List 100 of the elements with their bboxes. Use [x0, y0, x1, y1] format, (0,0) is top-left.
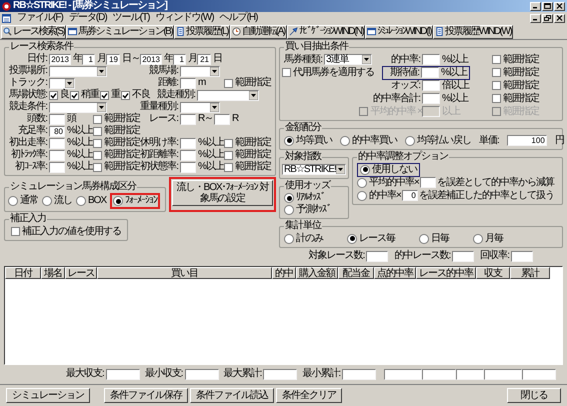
- toolbar-button[interactable]: レース検索(S): [1, 24, 66, 38]
- close-button[interactable]: [554, 14, 565, 22]
- checkbox[interactable]: 範囲指定: [492, 66, 539, 78]
- checkbox[interactable]: 範囲指定: [492, 80, 539, 92]
- checkbox[interactable]: 範囲指定: [224, 137, 271, 149]
- close-button[interactable]: [554, 2, 565, 10]
- checkbox[interactable]: 範囲指定: [224, 149, 271, 161]
- text-field[interactable]: [180, 162, 196, 172]
- column-header[interactable]: レース: [65, 267, 97, 279]
- column-header[interactable]: 配当金: [338, 267, 374, 279]
- text-field[interactable]: [422, 93, 440, 104]
- radio-button[interactable]: 流し: [42, 195, 72, 207]
- text-field[interactable]: [49, 162, 65, 172]
- radio-button[interactable]: 計のみ: [284, 232, 323, 244]
- text-field[interactable]: [263, 368, 298, 380]
- column-header[interactable]: 的中: [272, 267, 296, 279]
- checkbox[interactable]: 範囲指定: [93, 161, 140, 173]
- text-field[interactable]: [484, 368, 522, 380]
- minimize-button[interactable]: [530, 14, 541, 22]
- checkbox[interactable]: 範囲指定: [224, 161, 271, 173]
- text-field[interactable]: [184, 368, 219, 380]
- text-field[interactable]: [421, 67, 439, 78]
- dropdown[interactable]: [49, 78, 75, 88]
- text-field[interactable]: [106, 368, 140, 380]
- text-field[interactable]: [180, 78, 196, 88]
- text-field[interactable]: 21: [197, 54, 211, 64]
- text-field[interactable]: 2013: [140, 54, 162, 64]
- toolbar-button[interactable]: ﾅﾋﾞｹﾞｰｼｮﾝWIND(N): [286, 24, 366, 38]
- text-field[interactable]: [49, 150, 65, 160]
- action-button[interactable]: シミュレーション: [6, 388, 90, 403]
- checkbox[interactable]: 範囲指定: [224, 77, 271, 89]
- restore-button[interactable]: [542, 14, 553, 22]
- close-button[interactable]: 閉じる: [507, 388, 561, 403]
- text-field[interactable]: [49, 114, 65, 124]
- dropdown[interactable]: 3連単: [324, 54, 372, 65]
- checkbox[interactable]: 不良: [121, 89, 150, 101]
- menu-item[interactable]: ファイル(F): [17, 12, 63, 24]
- column-header[interactable]: 累計: [510, 267, 550, 279]
- column-header[interactable]: 場名: [41, 267, 65, 279]
- column-header[interactable]: 点的中率: [374, 267, 416, 279]
- setup-button[interactable]: 流し・BOX･ﾌｫｰﾒｰｼｮﾝ 対象馬の設定: [172, 180, 273, 206]
- column-header[interactable]: 収支: [476, 267, 510, 279]
- dropdown[interactable]: RB☆STRIKE!: [282, 164, 346, 175]
- action-button[interactable]: 条件全クリア: [276, 388, 342, 403]
- radio-button[interactable]: 予測ｵｯｽﾞ: [284, 204, 331, 216]
- checkbox[interactable]: 範囲指定: [93, 149, 140, 161]
- column-header[interactable]: レース的中率: [416, 267, 476, 279]
- action-button[interactable]: 条件ファイル保存: [104, 388, 188, 403]
- minimize-button[interactable]: [530, 2, 541, 10]
- checkbox[interactable]: 範囲指定: [93, 137, 140, 149]
- text-field[interactable]: 1: [173, 54, 186, 64]
- menu-item[interactable]: ツール(T): [112, 12, 150, 24]
- text-field[interactable]: [342, 368, 376, 380]
- text-field[interactable]: 80: [49, 126, 65, 136]
- checkbox[interactable]: 稍重: [70, 89, 99, 101]
- radio-button[interactable]: 使用しない: [360, 164, 417, 176]
- radio-button[interactable]: レース毎: [347, 232, 395, 244]
- column-header[interactable]: 日付: [5, 267, 41, 279]
- text-field[interactable]: [49, 138, 65, 148]
- text-field[interactable]: 19: [106, 54, 120, 64]
- radio-button[interactable]: 的中率×: [357, 190, 401, 202]
- text-field[interactable]: [180, 138, 196, 148]
- column-header[interactable]: 買い目: [97, 267, 272, 279]
- checkbox[interactable]: 範囲指定: [93, 125, 140, 137]
- radio-button[interactable]: ﾌｫｰﾒｰｼｮﾝ: [113, 195, 158, 207]
- radio-button[interactable]: 的中率買い: [340, 134, 397, 146]
- text-field[interactable]: [420, 177, 436, 188]
- text-field[interactable]: [422, 368, 456, 380]
- radio-button[interactable]: 通常: [8, 195, 38, 207]
- checkbox[interactable]: 重: [100, 89, 120, 101]
- column-header[interactable]: 購入金額: [296, 267, 338, 279]
- radio-button[interactable]: 均等払い戻し: [405, 134, 471, 146]
- checkbox[interactable]: 範囲指定: [93, 113, 140, 125]
- checkbox[interactable]: 補正入力の値を使用する: [11, 226, 121, 238]
- toolbar-button[interactable]: 投票履歴WIND(W): [432, 24, 514, 38]
- radio-button[interactable]: ﾘｱﾙｵｯｽﾞ: [284, 192, 325, 204]
- menu-item[interactable]: ヘルプ(H): [220, 12, 258, 24]
- toolbar-button[interactable]: 投票履歴(L): [174, 24, 230, 38]
- text-field[interactable]: [522, 368, 556, 380]
- toolbar-button[interactable]: ｼﾐｭﾚｰｼｮﾝWIND(I): [365, 24, 433, 38]
- toolbar-button[interactable]: 馬券シミュレーション(B): [66, 24, 174, 38]
- text-field[interactable]: [384, 368, 422, 380]
- text-field[interactable]: 0: [402, 190, 418, 201]
- text-field[interactable]: [214, 114, 230, 124]
- text-field[interactable]: [366, 250, 388, 262]
- text-field[interactable]: [511, 250, 533, 262]
- action-button[interactable]: 条件ファイル読込: [190, 388, 274, 403]
- text-field[interactable]: [180, 114, 196, 124]
- menu-item[interactable]: ウィンドウ(W): [155, 12, 214, 24]
- text-field[interactable]: [422, 80, 440, 91]
- checkbox[interactable]: 範囲指定: [492, 92, 539, 104]
- maximize-button[interactable]: [542, 2, 553, 10]
- radio-button[interactable]: 月毎: [473, 232, 503, 244]
- text-field[interactable]: [452, 250, 474, 262]
- checkbox[interactable]: 代用馬券を適用する: [282, 66, 374, 78]
- text-field[interactable]: [180, 150, 196, 160]
- checkbox[interactable]: 良: [49, 89, 69, 101]
- text-field[interactable]: 100: [506, 135, 547, 146]
- text-field[interactable]: 1: [82, 54, 95, 64]
- toolbar-button[interactable]: 自動運転(A): [230, 24, 287, 38]
